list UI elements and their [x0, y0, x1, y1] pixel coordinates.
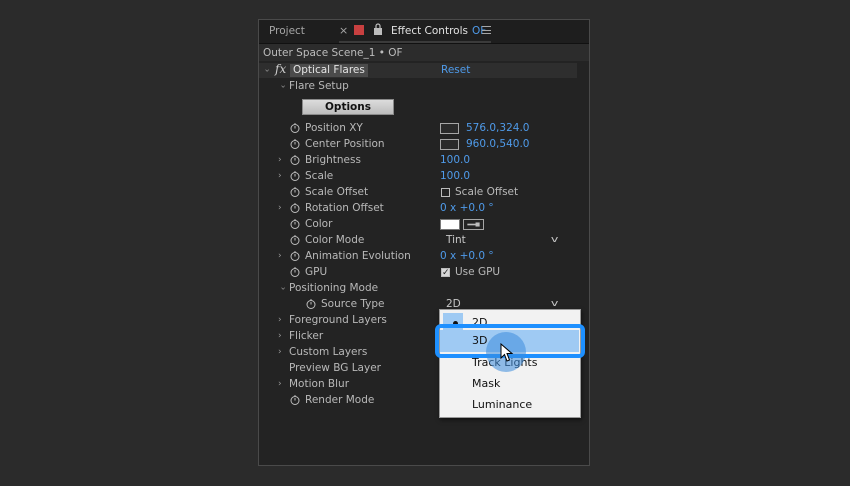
param-label: Source Type: [321, 298, 385, 310]
param-label: GPU: [305, 266, 328, 278]
group-label: Positioning Mode: [289, 282, 379, 294]
dropdown-value: Tint: [446, 234, 466, 246]
group-label[interactable]: Flicker: [289, 329, 323, 344]
param-row: Color Mode Tint v: [259, 233, 577, 248]
checkbox-label: Scale Offset: [455, 186, 519, 198]
param-label: Center Position: [305, 138, 385, 150]
stopwatch-icon[interactable]: [306, 299, 316, 309]
chevron-right-icon[interactable]: ›: [278, 169, 282, 184]
stopwatch-icon[interactable]: [290, 155, 300, 165]
param-row: › Scale 100.0: [259, 169, 577, 184]
color-swatch[interactable]: [440, 219, 460, 230]
effect-row: › fx Optical Flares Reset: [258, 62, 577, 78]
param-label: Position XY: [305, 122, 363, 134]
param-row: › Brightness 100.0: [259, 153, 577, 168]
chevron-right-icon[interactable]: ›: [278, 329, 282, 344]
active-tab-indicator: [339, 41, 491, 43]
param-label: Render Mode: [305, 394, 375, 406]
group-label[interactable]: Preview BG Layer: [289, 361, 381, 376]
panel-menu-icon[interactable]: [482, 26, 491, 34]
chevron-down-icon[interactable]: ›: [274, 287, 289, 291]
layer-color-icon: [354, 25, 364, 35]
param-row: › Rotation Offset 0 x +0.0 °: [259, 201, 577, 216]
group-row: › Positioning Mode: [259, 281, 577, 296]
tab-project[interactable]: Project: [269, 25, 305, 37]
chevron-down-icon[interactable]: ›: [274, 85, 289, 89]
chevron-down-icon: v: [550, 235, 559, 245]
tab-effect-controls-label: Effect Controls: [391, 25, 468, 37]
stopwatch-icon[interactable]: [290, 267, 300, 277]
param-value[interactable]: 960.0,540.0: [466, 137, 529, 152]
param-label: Animation Evolution: [305, 250, 411, 262]
color-mode-dropdown[interactable]: Tint v: [440, 233, 561, 247]
menu-item-label: Mask: [472, 377, 501, 390]
param-value[interactable]: 100.0: [440, 169, 470, 184]
param-label: Rotation Offset: [305, 202, 384, 214]
param-row: Center Position 960.0,540.0: [259, 137, 577, 152]
param-label: Scale Offset: [305, 186, 369, 198]
crosshair-icon[interactable]: [440, 139, 459, 150]
chevron-right-icon[interactable]: ›: [278, 201, 282, 216]
layer-path: Outer Space Scene_1 • OF: [259, 44, 589, 61]
param-label: Brightness: [305, 154, 361, 166]
param-row: › Animation Evolution 0 x +0.0 °: [259, 249, 577, 264]
stopwatch-icon[interactable]: [290, 139, 300, 149]
stopwatch-icon[interactable]: [290, 219, 300, 229]
param-label: Color Mode: [305, 234, 365, 246]
close-icon[interactable]: ×: [339, 24, 348, 37]
chevron-right-icon[interactable]: ›: [278, 313, 282, 328]
stopwatch-icon[interactable]: [290, 171, 300, 181]
stopwatch-icon[interactable]: [290, 251, 300, 261]
param-value[interactable]: 0 x +0.0 °: [440, 249, 494, 264]
group-label[interactable]: Custom Layers: [289, 345, 367, 360]
menu-item-label: Luminance: [472, 398, 533, 411]
chevron-right-icon[interactable]: ›: [278, 153, 282, 168]
param-label: Scale: [305, 170, 334, 182]
mouse-cursor-icon: [500, 343, 514, 362]
param-value[interactable]: 100.0: [440, 153, 470, 168]
chevron-right-icon[interactable]: ›: [278, 249, 282, 264]
stopwatch-icon[interactable]: [290, 203, 300, 213]
param-row: Position XY 576.0,324.0: [259, 121, 577, 136]
stopwatch-icon[interactable]: [290, 395, 300, 405]
param-label: Color: [305, 218, 333, 230]
chevron-right-icon[interactable]: ›: [278, 377, 282, 392]
options-button[interactable]: Options: [302, 99, 394, 115]
lock-icon[interactable]: [373, 23, 383, 35]
panel-tab-bar: Project × Effect Controls OF: [259, 20, 589, 44]
group-label[interactable]: Foreground Layers: [289, 313, 387, 328]
use-gpu-checkbox[interactable]: [441, 266, 450, 281]
checkbox-label: Use GPU: [455, 266, 501, 278]
flare-setup-label: Flare Setup: [289, 80, 349, 92]
flare-setup-row: › Flare Setup: [259, 79, 577, 94]
menu-item-luminance[interactable]: Luminance: [440, 395, 580, 415]
param-value[interactable]: 0 x +0.0 °: [440, 201, 494, 216]
param-row: Color: [259, 217, 577, 232]
fx-icon[interactable]: fx: [275, 62, 286, 77]
stopwatch-icon[interactable]: [290, 187, 300, 197]
stopwatch-icon[interactable]: [290, 123, 300, 133]
scale-offset-checkbox[interactable]: [441, 188, 450, 197]
chevron-right-icon[interactable]: ›: [278, 345, 282, 360]
eyedropper-icon[interactable]: [463, 219, 484, 230]
tab-effect-controls[interactable]: Effect Controls OF: [391, 25, 486, 37]
group-label[interactable]: Motion Blur: [289, 377, 349, 392]
crosshair-icon[interactable]: [440, 123, 459, 134]
param-row: Scale Offset Scale Offset: [259, 185, 577, 200]
menu-item-mask[interactable]: Mask: [440, 374, 580, 394]
stopwatch-icon[interactable]: [290, 235, 300, 245]
reset-link[interactable]: Reset: [441, 63, 470, 78]
param-row: GPU Use GPU: [259, 265, 577, 281]
param-value[interactable]: 576.0,324.0: [466, 121, 529, 136]
chevron-down-icon[interactable]: ›: [258, 69, 273, 73]
effect-name[interactable]: Optical Flares: [290, 64, 368, 77]
